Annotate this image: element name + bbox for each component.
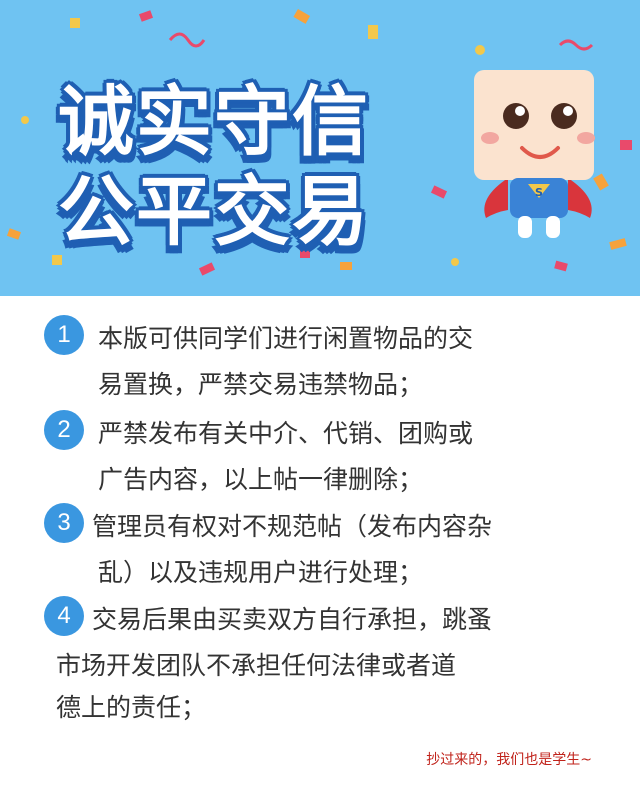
rule-number-badge: 3 [44, 503, 84, 543]
rule-4-line-1: 交易后果由买卖双方自行承担，跳蚤 [92, 605, 493, 634]
footer-note: 抄过来的，我们也是学生~ [426, 752, 592, 768]
rule-number-badge: 1 [44, 315, 84, 355]
rule-2-line-1: 严禁发布有关中介、代销、团购或 [98, 419, 474, 448]
rule-1-line-1: 本版可供同学们进行闲置物品的交 [98, 324, 474, 353]
rule-4-line-2: 市场开发团队不承担任何法律或者道 [56, 651, 457, 680]
banner-title-line2: 公平交易 [58, 167, 370, 256]
rule-3-line-2: 乱）以及违规用户进行处理； [98, 558, 424, 587]
mascot-illustration: S [474, 70, 595, 238]
header-banner: 诚实守信 公平交易 S [0, 0, 640, 296]
rule-number-badge: 2 [44, 410, 84, 450]
rule-2-line-2: 广告内容，以上帖一律删除； [98, 465, 424, 494]
rule-number-badge: 4 [44, 596, 84, 636]
rule-1-line-2: 易置换，严禁交易违禁物品； [98, 370, 424, 399]
rule-4-line-3: 德上的责任； [56, 693, 207, 722]
rule-3-line-1: 管理员有权对不规范帖（发布内容杂 [92, 512, 493, 541]
mascot-badge-letter: S [535, 186, 543, 199]
